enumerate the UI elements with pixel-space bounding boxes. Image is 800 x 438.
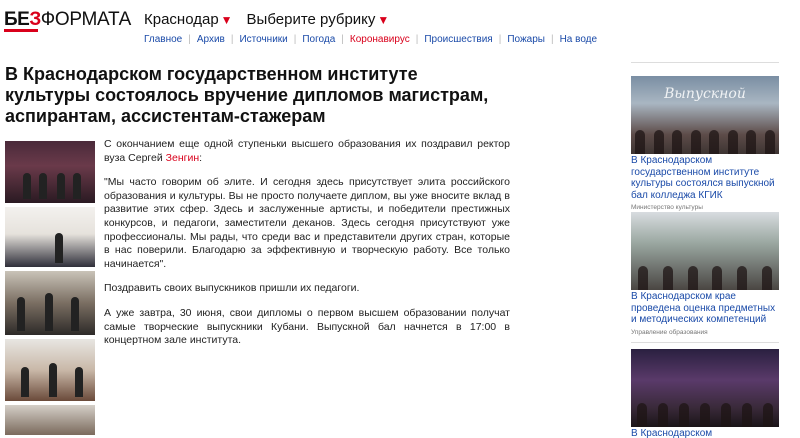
news-card-title[interactable]: В Краснодарском государственном [631,428,779,438]
nav-item-incidents[interactable]: Происшествия [424,34,492,45]
person-figure [17,297,25,331]
caret-down-icon: ▼ [377,13,390,27]
article-paragraph: Поздравить своих выпускников пришли их п… [104,282,360,295]
person-figure [55,233,63,263]
gallery-photo[interactable] [5,339,95,401]
person-figure [75,367,83,397]
nav-item-coronavirus[interactable]: Коронавирус [350,34,410,45]
nav-separator: | [341,34,344,45]
news-card-source: Управление образования [631,328,708,336]
rubric-label: Выберите рубрику [246,11,376,28]
person-figure [23,173,31,199]
people-row [631,397,779,427]
gallery-photo[interactable] [5,141,95,203]
news-card-image[interactable] [631,212,779,290]
article-paragraph: С окончанием еще одной ступеньки высшего… [104,138,510,164]
sidebar-news-card[interactable]: В Краснодарском крае проведена оценка пр… [631,212,779,343]
nav-item-weather[interactable]: Погода [302,34,335,45]
region-label: Краснодар [144,11,219,28]
person-figure [21,367,29,397]
news-card-title[interactable]: В Краснодарском крае проведена оценка пр… [631,291,779,326]
gallery-photo[interactable] [5,271,95,335]
person-figure [73,173,81,199]
logo-underline [4,29,38,32]
news-card-image[interactable]: Выпускной [631,76,779,154]
article-quote: "Мы часто говорим об элите. И сегодня зд… [104,176,510,270]
person-figure [71,297,79,331]
card-divider [631,341,779,343]
nav-separator: | [188,34,191,45]
news-card-image[interactable] [631,349,779,427]
caret-down-icon: ▼ [220,13,233,27]
logo-bez: БЕЗ [4,9,41,30]
logo-formata: ФОРМАТА [40,9,132,30]
nav-item-fires[interactable]: Пожары [507,34,545,45]
person-figure [57,173,65,199]
photo-gallery [5,141,95,438]
main-nav: Главное | Архив | Источники | Погода | Корон… [144,34,597,45]
person-figure [45,293,53,331]
site-logo[interactable]: БЕЗ ФОРМАТА [4,8,132,32]
sidebar-divider [631,62,779,63]
gallery-photo[interactable] [5,405,95,435]
nav-item-archive[interactable]: Архив [197,34,225,45]
sidebar-news-card[interactable]: Выпускной В Краснодарском государственно… [631,76,779,218]
nav-item-on-water[interactable]: На воде [560,34,598,45]
person-figure [39,173,47,199]
nav-separator: | [550,34,554,45]
nav-separator: | [293,34,297,45]
sidebar-news-card[interactable]: В Краснодарском государственном [631,349,779,438]
nav-separator: | [415,34,419,45]
image-banner-text: Выпускной [664,86,746,102]
news-card-title[interactable]: В Краснодарском государственном институт… [631,155,779,201]
nav-item-sources[interactable]: Источники [239,34,287,45]
news-card-source: Министерство культуры [631,204,703,211]
person-figure [49,363,57,397]
article-title: В Краснодарском государственном институт… [5,64,489,126]
nav-separator: | [230,34,234,45]
article-body: С окончанием еще одной ступеньки высшего… [104,138,510,359]
region-selector[interactable]: Краснодар ▼ [144,11,233,28]
article-paragraph: А уже завтра, 30 июня, свои дипломы о пе… [104,306,510,347]
rubric-selector[interactable]: Выберите рубрику ▼ [247,11,390,28]
people-row [631,260,779,290]
person-link[interactable]: Зенгин [166,152,199,164]
region-bar: Краснодар ▼ Выберите рубрику ▼ [144,11,389,28]
gallery-photo[interactable] [5,207,95,267]
people-row [631,124,779,154]
nav-separator: | [498,34,502,45]
nav-item-main[interactable]: Главное [144,34,182,45]
